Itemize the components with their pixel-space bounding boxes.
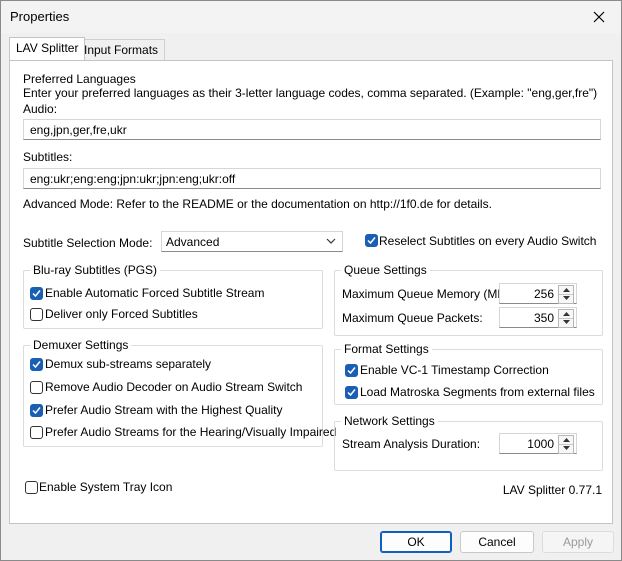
network-settings-group: Network Settings Stream Analysis Duratio… (334, 414, 603, 471)
auto-forced-subtitle-checkbox[interactable] (30, 287, 43, 300)
audio-languages-input[interactable]: eng,jpn,ger,fre,ukr (23, 119, 601, 140)
tab-input-formats[interactable]: Input Formats (77, 39, 166, 60)
format-group-title: Format Settings (341, 342, 432, 356)
subtitle-mode-select[interactable]: Advanced (161, 231, 343, 252)
queue-packets-arrows[interactable] (558, 309, 574, 328)
title-bar: Properties (1, 1, 621, 33)
matroska-segments-label: Load Matroska Segments from external fil… (360, 385, 595, 399)
forced-only-label: Deliver only Forced Subtitles (45, 307, 198, 321)
check-icon (367, 237, 376, 245)
prefer-impaired-label: Prefer Audio Streams for the Hearing/Vis… (45, 425, 337, 439)
network-group-title: Network Settings (341, 414, 438, 428)
reselect-subtitles-checkbox[interactable] (365, 234, 378, 247)
check-icon (347, 389, 356, 397)
version-label: LAV Splitter 0.77.1 (502, 483, 602, 497)
prefer-impaired-checkbox[interactable] (30, 426, 43, 439)
languages-description: Enter your preferred languages as their … (23, 86, 598, 100)
vc1-timestamp-label: Enable VC-1 Timestamp Correction (360, 363, 549, 377)
auto-forced-subtitle-label: Enable Automatic Forced Subtitle Stream (45, 286, 265, 300)
close-icon (593, 11, 605, 23)
stream-analysis-label: Stream Analysis Duration: (342, 437, 481, 451)
queue-memory-label: Maximum Queue Memory (MB): (342, 287, 513, 301)
close-button[interactable] (577, 1, 621, 33)
audio-label: Audio: (23, 102, 58, 116)
demux-substreams-label: Demux sub-streams separately (45, 357, 212, 371)
remove-audio-decoder-label: Remove Audio Decoder on Audio Stream Swi… (45, 380, 303, 394)
demuxer-settings-group: Demuxer Settings Demux sub-streams separ… (23, 338, 336, 447)
advanced-mode-note: Advanced Mode: Refer to the README or th… (23, 197, 492, 211)
vc1-timestamp-checkbox[interactable] (345, 364, 358, 377)
format-settings-group: Format Settings Enable VC-1 Timestamp Co… (334, 342, 603, 405)
queue-group-title: Queue Settings (341, 263, 430, 277)
spin-down-icon[interactable] (559, 444, 573, 452)
check-icon (347, 367, 356, 375)
system-tray-label: Enable System Tray Icon (39, 480, 173, 494)
bluray-subtitles-group: Blu-ray Subtitles (PGS) Enable Automatic… (23, 263, 323, 329)
tab-panel: Preferred Languages Enter your preferred… (9, 60, 613, 524)
bluray-group-title: Blu-ray Subtitles (PGS) (30, 263, 161, 277)
queue-memory-spinner[interactable]: 256 (499, 283, 577, 304)
stream-analysis-arrows[interactable] (558, 435, 574, 454)
cancel-button[interactable]: Cancel (460, 531, 534, 553)
queue-packets-label: Maximum Queue Packets: (342, 311, 483, 325)
stream-analysis-spinner[interactable]: 1000 (499, 433, 577, 454)
queue-settings-group: Queue Settings Maximum Queue Memory (MB)… (334, 263, 603, 336)
languages-heading: Preferred Languages (23, 72, 136, 86)
demuxer-group-title: Demuxer Settings (30, 338, 132, 352)
demux-substreams-checkbox[interactable] (30, 358, 43, 371)
queue-memory-value: 256 (533, 287, 554, 301)
system-tray-checkbox[interactable] (25, 481, 38, 494)
check-icon (32, 361, 41, 369)
queue-packets-spinner[interactable]: 350 (499, 307, 577, 328)
subtitle-mode-value: Advanced (166, 235, 220, 249)
properties-dialog: Properties LAV Splitter Input Formats Pr… (0, 0, 622, 561)
remove-audio-decoder-checkbox[interactable] (30, 381, 43, 394)
subtitles-label: Subtitles: (23, 150, 73, 164)
prefer-highest-quality-checkbox[interactable] (30, 404, 43, 417)
check-icon (32, 407, 41, 415)
queue-memory-arrows[interactable] (558, 285, 574, 304)
prefer-highest-quality-label: Prefer Audio Stream with the Highest Qua… (45, 403, 283, 417)
forced-only-checkbox[interactable] (30, 308, 43, 321)
queue-packets-value: 350 (533, 311, 554, 325)
tab-lav-splitter[interactable]: LAV Splitter (9, 37, 86, 60)
subtitle-languages-input[interactable]: eng:ukr;eng:eng;jpn:ukr;jpn:eng;ukr:off (23, 168, 601, 189)
apply-button[interactable]: Apply (542, 531, 614, 553)
check-icon (32, 290, 41, 298)
reselect-subtitles-label: Reselect Subtitles on every Audio Switch (379, 234, 597, 248)
spin-down-icon[interactable] (559, 318, 573, 326)
chevron-down-icon (326, 238, 336, 244)
subtitle-mode-label: Subtitle Selection Mode: (23, 236, 153, 250)
stream-analysis-value: 1000 (527, 437, 554, 451)
ok-button[interactable]: OK (380, 531, 452, 553)
matroska-segments-checkbox[interactable] (345, 386, 358, 399)
spin-down-icon[interactable] (559, 294, 573, 302)
window-title: Properties (10, 9, 70, 24)
